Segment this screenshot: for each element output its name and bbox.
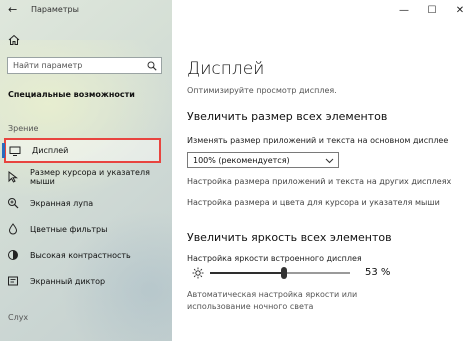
narrator-icon bbox=[7, 275, 19, 287]
brightness-slider[interactable] bbox=[210, 267, 350, 279]
search-input[interactable]: Найти параметр bbox=[7, 57, 162, 74]
sidebar-item-display[interactable]: Дисплей bbox=[2, 138, 161, 163]
scale-dropdown[interactable]: 100% (рекомендуется) bbox=[187, 152, 339, 168]
sidebar-item-magnifier[interactable]: Экранная лупа bbox=[0, 190, 172, 216]
slider-thumb[interactable] bbox=[281, 267, 287, 279]
window-controls: — ☐ ✕ bbox=[390, 0, 474, 20]
back-button[interactable]: ← bbox=[8, 3, 17, 17]
text-size-label: Изменять размер приложений и текста на о… bbox=[187, 136, 449, 145]
home-icon[interactable] bbox=[7, 33, 21, 47]
sidebar-item-cursor-size[interactable]: Размер курсора и указателя мыши bbox=[0, 164, 172, 190]
chevron-down-icon bbox=[325, 158, 334, 164]
sidebar-heading: Специальные возможности bbox=[8, 90, 135, 99]
slider-track-empty bbox=[284, 272, 350, 274]
sidebar-item-label: Высокая контрастность bbox=[30, 250, 131, 260]
sidebar-item-narrator[interactable]: Экранный диктор bbox=[0, 268, 172, 294]
slider-track-filled bbox=[210, 272, 284, 274]
main-content: Дисплей Оптимизируйте просмотр дисплея. … bbox=[172, 0, 474, 341]
color-filter-icon bbox=[7, 223, 19, 235]
contrast-icon bbox=[7, 249, 19, 261]
section-heading-size: Увеличить размер всех элементов bbox=[187, 110, 388, 123]
sun-icon bbox=[192, 267, 204, 279]
scale-dropdown-value: 100% (рекомендуется) bbox=[193, 156, 290, 165]
sidebar-item-label: Размер курсора и указателя мыши bbox=[30, 168, 150, 186]
close-button[interactable]: ✕ bbox=[446, 0, 474, 20]
magnifier-icon bbox=[7, 197, 19, 209]
sidebar: Найти параметр Специальные возможности З… bbox=[0, 0, 172, 341]
brightness-value: 53 % bbox=[365, 267, 391, 278]
cursor-settings-link[interactable]: Настройка размера и цвета для курсора и … bbox=[187, 198, 440, 208]
minimize-button[interactable]: — bbox=[390, 0, 418, 20]
page-subtitle: Оптимизируйте просмотр дисплея. bbox=[187, 86, 337, 95]
group-label-hearing: Слух bbox=[8, 313, 29, 322]
maximize-button[interactable]: ☐ bbox=[418, 0, 446, 20]
section-heading-brightness: Увеличить яркость всех элементов bbox=[187, 231, 392, 244]
search-icon[interactable] bbox=[147, 61, 157, 71]
brightness-label: Настройка яркости встроенного дисплея bbox=[187, 254, 362, 263]
cursor-icon bbox=[7, 171, 19, 183]
titlebar: ← Параметры — ☐ ✕ bbox=[0, 0, 474, 20]
sidebar-item-color-filters[interactable]: Цветные фильтры bbox=[0, 216, 172, 242]
app-title: Параметры bbox=[31, 5, 79, 14]
page-title: Дисплей bbox=[187, 59, 265, 79]
sidebar-item-label: Цветные фильтры bbox=[30, 224, 108, 234]
auto-brightness-text: Автоматическая настройка яркости или исп… bbox=[187, 290, 358, 311]
sidebar-item-label: Дисплей bbox=[32, 146, 69, 155]
sidebar-item-label: Экранная лупа bbox=[30, 198, 94, 208]
group-label-vision: Зрение bbox=[8, 124, 39, 133]
monitor-icon bbox=[9, 145, 21, 157]
settings-window: Найти параметр Специальные возможности З… bbox=[0, 0, 474, 341]
other-displays-link[interactable]: Настройка размера приложений и текста на… bbox=[187, 177, 451, 187]
sidebar-item-high-contrast[interactable]: Высокая контрастность bbox=[0, 242, 172, 268]
search-placeholder: Найти параметр bbox=[13, 61, 83, 70]
sidebar-item-label: Экранный диктор bbox=[30, 276, 106, 286]
